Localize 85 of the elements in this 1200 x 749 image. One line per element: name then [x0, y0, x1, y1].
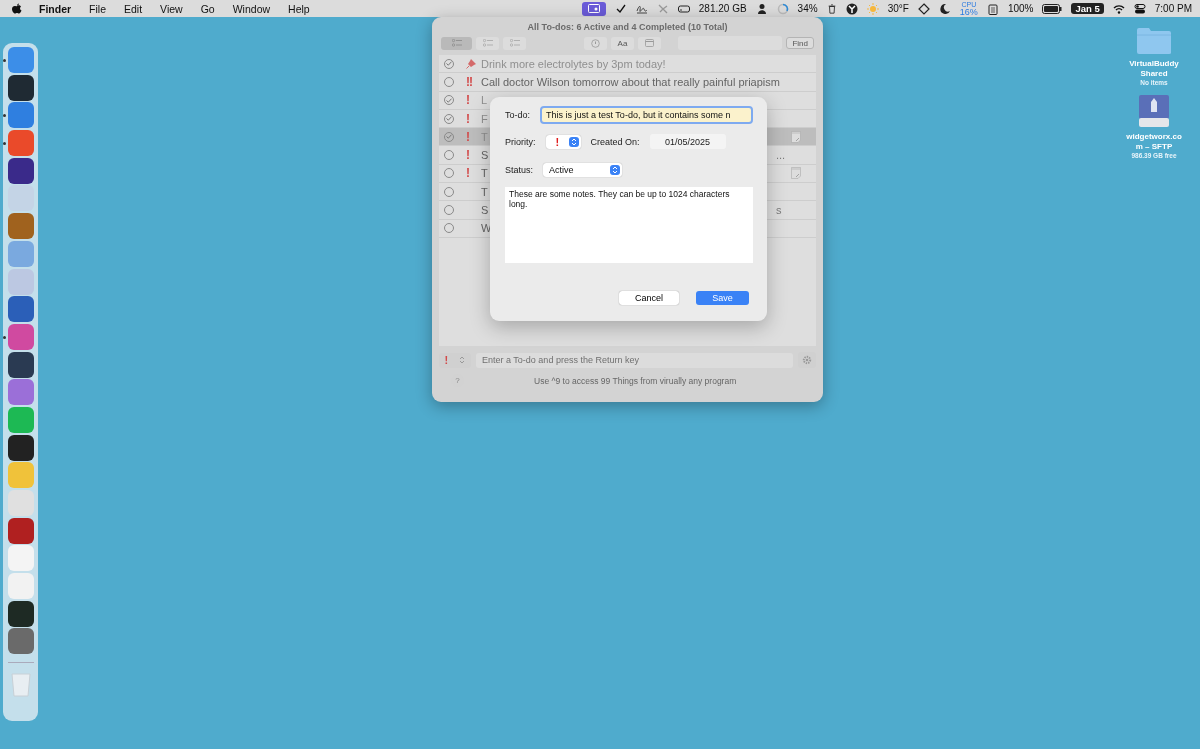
percent-text: 34%	[797, 3, 818, 14]
trash-icon[interactable]	[826, 2, 837, 15]
battery-icon[interactable]	[1042, 3, 1063, 14]
battery-percent-text: 100%	[1007, 3, 1034, 14]
calendar-button[interactable]	[638, 36, 661, 50]
todo-text: s	[776, 204, 782, 216]
notes-field[interactable]: These are some notes. They can be up to 1024 characters long.	[505, 187, 753, 263]
sun-icon[interactable]	[866, 2, 879, 15]
cancel-button[interactable]: Cancel	[619, 291, 679, 305]
menu-item[interactable]: View	[151, 2, 192, 15]
app-icon[interactable]	[7, 517, 34, 544]
figure-icon[interactable]	[755, 2, 768, 15]
todo-text: T	[481, 167, 488, 180]
todo-text: S	[481, 149, 489, 162]
save-button[interactable]: Save	[696, 291, 749, 305]
view-tab[interactable]	[503, 36, 526, 50]
priority-mark: !	[466, 111, 470, 126]
shortcut-hint: Use ^9 to access 99 Things from virually any program	[534, 375, 737, 386]
font-button[interactable]: Aa	[611, 36, 634, 50]
moon-icon[interactable]	[938, 2, 951, 15]
todo-text: T	[481, 185, 488, 198]
priority-mark: !	[466, 166, 470, 181]
progress-ring-icon[interactable]	[776, 2, 789, 15]
chevron-icon	[570, 137, 577, 146]
menu-item[interactable]: Window	[223, 2, 280, 15]
settings-icon	[802, 355, 812, 365]
status-popup[interactable]: Active	[543, 163, 622, 177]
desktop-item-name: VirtualBuddy Shared	[1128, 59, 1180, 79]
info-button[interactable]	[584, 36, 607, 50]
todo-text: Drink more electrolytes by 3pm today!	[481, 57, 666, 70]
todo-text: F	[481, 112, 488, 125]
screen-icon	[587, 4, 600, 13]
app-icon[interactable]	[7, 434, 34, 461]
airplane-icon[interactable]	[656, 2, 669, 15]
todo-row[interactable]: !! Call doctor Wilson tomorrow about that really painful priapism	[439, 73, 816, 92]
todo-text: ...	[776, 149, 786, 162]
desktop-item-name: widgetworx.com – SFTP	[1125, 132, 1183, 152]
diamond-icon[interactable]	[917, 2, 930, 15]
control-center-icon[interactable]	[1133, 2, 1146, 15]
view-tab[interactable]	[476, 36, 499, 50]
priority-mark: !!	[466, 74, 473, 89]
app-menu[interactable]: Finder	[30, 2, 81, 15]
priority-mark: !	[466, 148, 470, 163]
priority-mark: !	[466, 93, 470, 108]
wifi-icon[interactable]	[1112, 2, 1125, 15]
window-title: All To-dos: 6 Active and 4 Completed (10 Total)	[526, 21, 729, 34]
disk-space-text: 281.20 GB	[698, 3, 747, 14]
app-icon[interactable]	[7, 351, 34, 378]
list-icon	[451, 39, 462, 47]
created-label: Created On:	[590, 136, 640, 147]
menu-item[interactable]: Help	[279, 2, 319, 15]
calendar-icon	[645, 39, 654, 47]
menu-item[interactable]: Edit	[115, 2, 152, 15]
status-label: Status:	[505, 165, 533, 175]
info-icon	[591, 38, 600, 48]
app-icon[interactable]	[7, 600, 34, 627]
date-badge[interactable]: Jan 5	[1071, 3, 1104, 14]
app-icon[interactable]	[7, 74, 34, 101]
drive-icon[interactable]	[1138, 94, 1170, 128]
view-tab[interactable]	[441, 36, 472, 50]
list-icon	[509, 39, 520, 47]
priority-popup[interactable]: !	[545, 134, 581, 149]
app-icon[interactable]	[7, 157, 34, 184]
chevron-icon	[612, 166, 618, 174]
todo-text: S	[481, 204, 489, 216]
chevron-icon	[459, 356, 466, 364]
todo-text: L	[481, 94, 488, 107]
priority-label: Priority:	[505, 136, 536, 147]
todo-field[interactable]: This is just a test To-do, but it contains some n	[540, 106, 753, 124]
menu-item[interactable]: File	[80, 2, 115, 15]
find-button[interactable]: Find	[786, 37, 814, 49]
todo-text: Call doctor Wilson tomorrow about that really painful priapism	[481, 75, 780, 88]
clock-text[interactable]: 7:00 PM	[1154, 3, 1192, 14]
priority-mark: !	[466, 129, 470, 144]
checkmark-icon[interactable]	[614, 2, 627, 15]
todo-label: To-do:	[505, 110, 530, 120]
list-icon	[482, 39, 493, 47]
screen-share-button[interactable]	[581, 1, 606, 16]
new-todo-field[interactable]: Enter a To-do and press the Return key	[476, 352, 793, 368]
created-date-field[interactable]: 01/05/2025	[649, 134, 726, 149]
apple-logo-icon[interactable]	[12, 3, 22, 14]
clipboard-icon[interactable]	[986, 2, 999, 15]
folder-icon[interactable]	[1136, 27, 1172, 55]
menu-item[interactable]: Go	[191, 2, 224, 15]
temperature-text: 30°F	[887, 3, 909, 14]
